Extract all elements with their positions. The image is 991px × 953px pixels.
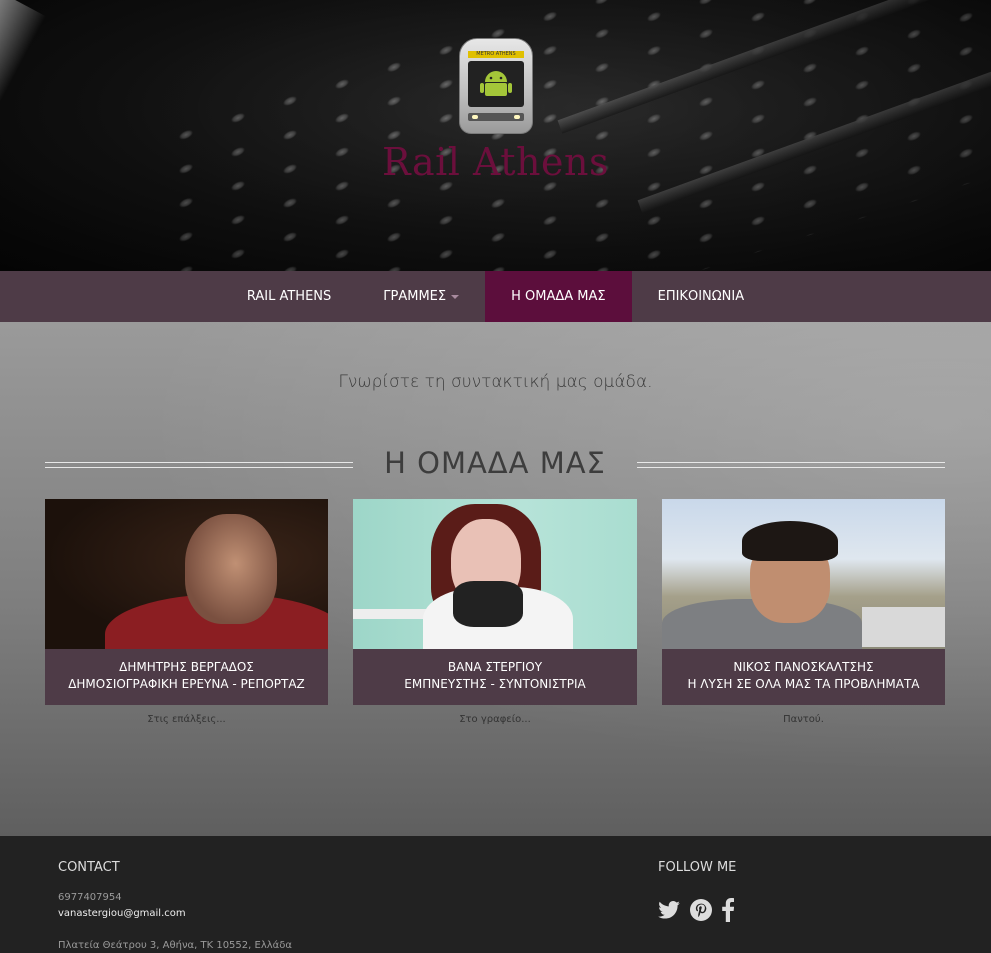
section-header: Η ΟΜΑΔΑ ΜΑΣ bbox=[45, 446, 945, 482]
facebook-icon[interactable] bbox=[722, 898, 735, 927]
member-note: Παντού. bbox=[783, 714, 824, 725]
member-name: ΒΑΝΑ ΣΤΕΡΓΙΟΥ bbox=[447, 660, 543, 674]
nav-item-label: RAIL ATHENS bbox=[246, 289, 332, 304]
nav-item-rail-athens[interactable]: RAIL ATHENS bbox=[221, 271, 357, 322]
contact-heading: CONTACT bbox=[58, 860, 120, 875]
contact-email[interactable]: vanastergiou@gmail.com bbox=[58, 908, 186, 919]
logo-sign: METRO ATHENS bbox=[468, 51, 524, 58]
team-member-card[interactable]: ΝΙΚΟΣ ΠΑΝΟΣΚΑΛΤΣΗΣ Η ΛΥΣΗ ΣΕ ΟΛΑ ΜΑΣ ΤΑ … bbox=[662, 499, 945, 725]
main-nav: RAIL ATHENS ΓΡΑΜΜΕΣ Η ΟΜΑΔΑ ΜΑΣ ΕΠΙΚΟΙΝΩ… bbox=[0, 271, 991, 322]
member-caption: ΔΗΜΗΤΡΗΣ ΒΕΡΓΑΔΟΣ ΔΗΜΟΣΙΟΓΡΑΦΙΚΗ ΕΡΕΥΝΑ … bbox=[45, 649, 328, 705]
member-photo[interactable] bbox=[662, 499, 945, 649]
team-cards: ΔΗΜΗΤΡΗΣ ΒΕΡΓΑΔΟΣ ΔΗΜΟΣΙΟΓΡΑΦΙΚΗ ΕΡΕΥΝΑ … bbox=[45, 499, 945, 739]
photo-hair bbox=[742, 521, 838, 561]
member-caption: ΒΑΝΑ ΣΤΕΡΓΙΟΥ ΕΜΠΝΕΥΣΤΗΣ - ΣΥΝΤΟΝΙΣΤΡΙΑ bbox=[353, 649, 637, 705]
member-role: ΕΜΠΝΕΥΣΤΗΣ - ΣΥΝΤΟΝΙΣΤΡΙΑ bbox=[404, 677, 586, 691]
nav-item-our-team[interactable]: Η ΟΜΑΔΑ ΜΑΣ bbox=[485, 271, 632, 322]
member-note: Στις επάλξεις... bbox=[147, 714, 226, 725]
pinterest-icon[interactable] bbox=[690, 899, 712, 926]
site-title[interactable]: Rail Athens bbox=[0, 140, 991, 184]
site-logo[interactable]: METRO ATHENS bbox=[459, 38, 533, 134]
member-photo[interactable] bbox=[353, 499, 637, 649]
train-headlight bbox=[472, 115, 478, 119]
follow-heading: FOLLOW ME bbox=[658, 860, 737, 875]
member-name: ΝΙΚΟΣ ΠΑΝΟΣΚΑΛΤΣΗΣ bbox=[733, 660, 874, 674]
social-links bbox=[658, 898, 735, 927]
main-content: Γνωρίστε τη συντακτική μας ομάδα. Η ΟΜΑΔ… bbox=[0, 322, 991, 836]
hero-banner: METRO ATHENS Rail Athens bbox=[0, 0, 991, 271]
nav-item-contact[interactable]: ΕΠΙΚΟΙΝΩΝΙΑ bbox=[632, 271, 771, 322]
train-headlight bbox=[514, 115, 520, 119]
member-name: ΔΗΜΗΤΡΗΣ ΒΕΡΓΑΔΟΣ bbox=[119, 660, 254, 674]
nav-item-lines[interactable]: ΓΡΑΜΜΕΣ bbox=[357, 271, 485, 322]
member-note: Στο γραφείο... bbox=[459, 714, 531, 725]
site-footer: CONTACT 6977407954 vanastergiou@gmail.co… bbox=[0, 836, 991, 953]
chevron-down-icon bbox=[451, 294, 460, 299]
photo-face bbox=[185, 514, 277, 624]
photo-bow bbox=[453, 581, 523, 627]
nav-item-label: Η ΟΜΑΔΑ ΜΑΣ bbox=[511, 289, 606, 304]
photo-railing bbox=[862, 607, 945, 647]
contact-phone[interactable]: 6977407954 bbox=[58, 892, 122, 903]
member-photo[interactable] bbox=[45, 499, 328, 649]
intro-text: Γνωρίστε τη συντακτική μας ομάδα. bbox=[338, 372, 653, 392]
nav-item-label: ΓΡΑΜΜΕΣ bbox=[383, 289, 447, 304]
team-member-card[interactable]: ΔΗΜΗΤΡΗΣ ΒΕΡΓΑΔΟΣ ΔΗΜΟΣΙΟΓΡΑΦΙΚΗ ΕΡΕΥΝΑ … bbox=[45, 499, 328, 725]
contact-address: Πλατεία Θεάτρου 3, Αθήνα, ΤΚ 10552, Ελλά… bbox=[58, 940, 292, 951]
metro-train-icon: METRO ATHENS bbox=[459, 38, 533, 134]
member-role: Η ΛΥΣΗ ΣΕ ΟΛΑ ΜΑΣ ΤΑ ΠΡΟΒΛΗΜΑΤΑ bbox=[687, 677, 920, 691]
android-icon bbox=[480, 71, 512, 96]
divider bbox=[637, 462, 945, 468]
team-member-card[interactable]: ΒΑΝΑ ΣΤΕΡΓΙΟΥ ΕΜΠΝΕΥΣΤΗΣ - ΣΥΝΤΟΝΙΣΤΡΙΑ … bbox=[353, 499, 637, 725]
twitter-icon[interactable] bbox=[658, 901, 680, 924]
member-caption: ΝΙΚΟΣ ΠΑΝΟΣΚΑΛΤΣΗΣ Η ΛΥΣΗ ΣΕ ΟΛΑ ΜΑΣ ΤΑ … bbox=[662, 649, 945, 705]
member-role: ΔΗΜΟΣΙΟΓΡΑΦΙΚΗ ΕΡΕΥΝΑ - ΡΕΠΟΡΤΑΖ bbox=[68, 677, 305, 691]
nav-item-label: ΕΠΙΚΟΙΝΩΝΙΑ bbox=[657, 289, 745, 304]
